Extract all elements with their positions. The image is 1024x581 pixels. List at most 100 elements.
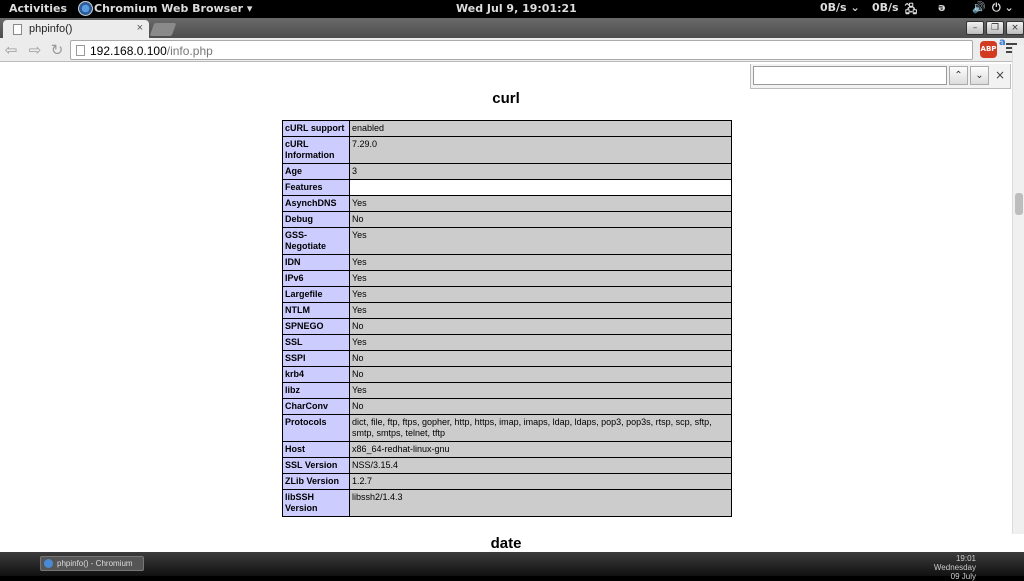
- tab-strip: phpinfo() × – ❐ ×: [0, 18, 1024, 38]
- tab-title: phpinfo(): [29, 23, 73, 35]
- url-text: 192.168.0.100/info.php: [90, 44, 213, 58]
- table-row: AsynchDNS Yes: [282, 195, 732, 212]
- keyboard-layout-icon[interactable]: ə: [938, 1, 945, 14]
- chromium-icon: [44, 559, 53, 568]
- row-value: No: [349, 350, 732, 367]
- row-value: Yes: [349, 254, 732, 271]
- row-value: 7.29.0: [349, 136, 732, 164]
- tab-close-icon[interactable]: ×: [137, 22, 143, 34]
- find-input[interactable]: [753, 66, 947, 85]
- row-key: SPNEGO: [282, 318, 350, 335]
- row-key: Features: [282, 179, 350, 196]
- browser-window: phpinfo() × – ❐ × ⇦ ⇨ ↻ 192.168.0.100/in…: [0, 18, 1024, 552]
- close-window-button[interactable]: ×: [1006, 21, 1024, 35]
- maximize-button[interactable]: ❐: [986, 21, 1004, 35]
- row-key: IDN: [282, 254, 350, 271]
- section-heading-curl: curl: [492, 90, 520, 107]
- app-menu[interactable]: Chromium Web Browser ▾: [94, 2, 252, 15]
- table-row: cURL support enabled: [282, 120, 732, 137]
- table-row: IDN Yes: [282, 254, 732, 271]
- activities-button[interactable]: Activities: [9, 2, 67, 15]
- row-key: NTLM: [282, 302, 350, 319]
- row-key: CharConv: [282, 398, 350, 415]
- table-row: SSPI No: [282, 350, 732, 367]
- net-down-indicator[interactable]: 0B/s ⌄: [820, 1, 860, 14]
- row-value: libssh2/1.4.3: [349, 489, 732, 517]
- page-content: curl cURL support enabled cURL Information…: [0, 63, 1012, 552]
- find-close-icon[interactable]: ×: [995, 68, 1005, 82]
- row-value: NSS/3.15.4: [349, 457, 732, 474]
- row-key: libSSH Version: [282, 489, 350, 517]
- row-value: Yes: [349, 302, 732, 319]
- row-value: x86_64-redhat-linux-gnu: [349, 441, 732, 458]
- chevron-up-icon: ⌃: [954, 70, 963, 81]
- table-row: libz Yes: [282, 382, 732, 399]
- row-key: Host: [282, 441, 350, 458]
- tab-phpinfo[interactable]: phpinfo() ×: [3, 20, 149, 38]
- chevron-down-icon: ⌄: [850, 1, 860, 14]
- back-button[interactable]: ⇦: [2, 41, 20, 59]
- row-value: Yes: [349, 286, 732, 303]
- table-row: cURL Information 7.29.0: [282, 136, 732, 164]
- browser-toolbar: ⇦ ⇨ ↻ 192.168.0.100/info.php ABP a: [0, 37, 1024, 62]
- row-value: Yes: [349, 227, 732, 255]
- row-value: 1.2.7: [349, 473, 732, 490]
- table-row: libSSH Version libssh2/1.4.3: [282, 489, 732, 517]
- table-row: Age 3: [282, 163, 732, 180]
- find-previous-button[interactable]: ⌃: [949, 66, 968, 85]
- row-value: No: [349, 398, 732, 415]
- row-key: cURL support: [282, 120, 350, 137]
- table-row: NTLM Yes: [282, 302, 732, 319]
- taskbar-item-chromium[interactable]: phpinfo() - Chromium: [40, 556, 144, 571]
- new-tab-button[interactable]: [149, 23, 177, 36]
- table-row: SPNEGO No: [282, 318, 732, 335]
- table-row: Protocols dict, file, ftp, ftps, gopher, …: [282, 414, 732, 442]
- row-key: libz: [282, 382, 350, 399]
- power-icon[interactable]: ⏻ ⌄: [992, 1, 1014, 15]
- table-row: IPv6 Yes: [282, 270, 732, 287]
- table-row: krb4 No: [282, 366, 732, 383]
- row-key: Largefile: [282, 286, 350, 303]
- row-key: krb4: [282, 366, 350, 383]
- row-value: [349, 179, 732, 196]
- table-row: Host x86_64-redhat-linux-gnu: [282, 441, 732, 458]
- volume-icon[interactable]: 🔊: [972, 1, 986, 14]
- chromium-icon: [78, 1, 93, 16]
- row-key: Age: [282, 163, 350, 180]
- row-key: IPv6: [282, 270, 350, 287]
- reload-button[interactable]: ↻: [48, 41, 66, 59]
- find-bar: ⌃ ⌄ ×: [750, 64, 1011, 89]
- row-value: No: [349, 318, 732, 335]
- table-row: Debug No: [282, 211, 732, 228]
- panel-clock[interactable]: 19:01 Wednesday 09 July: [930, 554, 976, 581]
- table-row: Features: [282, 179, 732, 196]
- extension-icon[interactable]: a: [999, 37, 1006, 48]
- row-value: 3: [349, 163, 732, 180]
- row-key: GSS-Negotiate: [282, 227, 350, 255]
- bottom-panel: phpinfo() - Chromium 19:01 Wednesday 09 …: [0, 552, 1024, 581]
- row-key: ZLib Version: [282, 473, 350, 490]
- table-row: SSL Version NSS/3.15.4: [282, 457, 732, 474]
- scrollbar-thumb[interactable]: [1015, 193, 1023, 215]
- adblock-plus-icon[interactable]: ABP: [980, 41, 997, 58]
- row-value: enabled: [349, 120, 732, 137]
- row-key: SSL: [282, 334, 350, 351]
- curl-info-table: cURL support enabled cURL Information 7.29.…: [282, 120, 732, 517]
- find-next-button[interactable]: ⌄: [970, 66, 989, 85]
- row-value: Yes: [349, 195, 732, 212]
- row-key: AsynchDNS: [282, 195, 350, 212]
- row-value: Yes: [349, 334, 732, 351]
- address-bar[interactable]: 192.168.0.100/info.php: [70, 40, 973, 60]
- page-scrollbar[interactable]: [1012, 45, 1024, 534]
- clock[interactable]: Wed Jul 9, 19:01:21: [456, 2, 577, 15]
- table-row: Largefile Yes: [282, 286, 732, 303]
- row-value: Yes: [349, 270, 732, 287]
- row-key: Debug: [282, 211, 350, 228]
- table-row: SSL Yes: [282, 334, 732, 351]
- row-value: dict, file, ftp, ftps, gopher, http, htt…: [349, 414, 732, 442]
- row-key: cURL Information: [282, 136, 350, 164]
- row-value: No: [349, 366, 732, 383]
- minimize-button[interactable]: –: [966, 21, 984, 35]
- forward-button[interactable]: ⇨: [26, 41, 44, 59]
- table-row: ZLib Version 1.2.7: [282, 473, 732, 490]
